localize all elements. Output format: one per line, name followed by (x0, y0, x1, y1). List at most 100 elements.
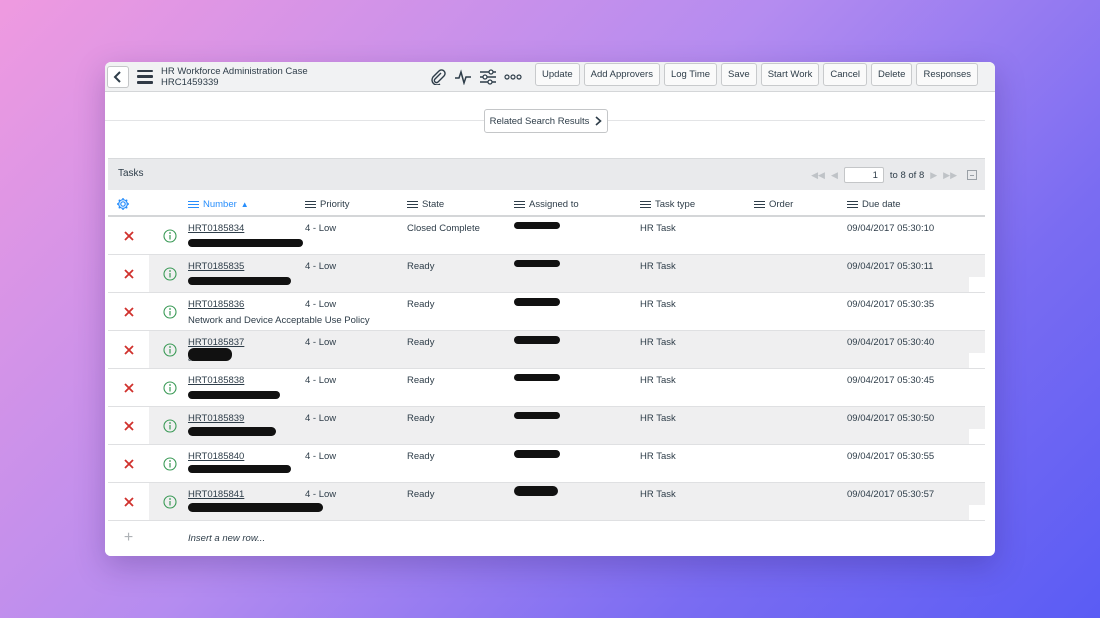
info-icon[interactable] (152, 331, 188, 368)
delete-row-icon[interactable] (108, 407, 149, 444)
last-page-icon[interactable]: ▶▶ (943, 170, 957, 181)
log-time-button[interactable]: Log Time (663, 63, 718, 86)
task-state: Ready (407, 337, 435, 348)
info-icon[interactable] (152, 407, 188, 444)
gear-icon[interactable] (116, 197, 130, 211)
column-menu-icon[interactable] (188, 200, 199, 209)
table-row[interactable]: HRT0185840 4 - Low Ready HR Task 09/04/2… (108, 445, 985, 483)
task-state: Ready (407, 299, 435, 310)
redaction-mark (188, 391, 280, 399)
delete-row-icon[interactable] (108, 369, 149, 406)
update-button[interactable]: Update (535, 63, 580, 86)
column-assigned-to[interactable]: Assigned to (514, 199, 579, 210)
next-page-icon[interactable]: ▶ (930, 170, 937, 181)
task-type: HR Task (640, 337, 676, 348)
activity-icon[interactable] (452, 66, 474, 88)
column-number[interactable]: Number ▲ (188, 199, 249, 210)
table-row[interactable]: HRT0185834 4 - Low Closed Complete HR Ta… (108, 217, 985, 255)
info-icon[interactable] (152, 293, 188, 330)
table-row[interactable]: HRT0185841 4 - Low Ready HR Task 09/04/2… (108, 483, 985, 521)
info-icon[interactable] (152, 255, 188, 292)
task-number-link[interactable]: HRT0185835 (188, 261, 244, 272)
record-window: HR Workforce Administration Case HRC1459… (105, 62, 995, 556)
back-button[interactable] (107, 65, 129, 88)
plus-icon[interactable]: + (108, 521, 149, 555)
task-priority: 4 - Low (305, 337, 337, 348)
more-icon[interactable] (502, 66, 524, 88)
task-number-link[interactable]: HRT0185839 (188, 413, 244, 424)
column-assigned-to-label: Assigned to (529, 199, 579, 210)
table-row[interactable]: HRT0185836 Network and Device Acceptable… (108, 293, 985, 331)
column-order-label: Order (769, 199, 794, 210)
info-icon[interactable] (152, 483, 188, 520)
chevron-right-icon (595, 116, 603, 126)
table-row[interactable]: HRT0185835 4 - Low Ready HR Task 09/04/2… (108, 255, 985, 293)
column-menu-icon[interactable] (305, 200, 316, 209)
column-priority-label: Priority (320, 199, 350, 210)
table-row[interactable]: HRT0185837 ata Acc 4 - Low Ready HR Task… (108, 331, 985, 369)
redaction-mark (188, 465, 291, 473)
table-row[interactable]: HRT0185838 4 - Low Ready HR Task 09/04/2… (108, 369, 985, 407)
sliders-icon[interactable] (477, 66, 499, 88)
task-number-link[interactable]: HRT0185836 (188, 299, 244, 310)
delete-row-icon[interactable] (108, 331, 149, 368)
task-number-link[interactable]: HRT0185840 (188, 451, 244, 462)
column-menu-icon[interactable] (754, 200, 765, 209)
task-due-date: 09/04/2017 05:30:57 (847, 489, 935, 500)
delete-row-icon[interactable] (108, 255, 149, 292)
table-row[interactable]: HRT0185839 4 - Low Ready HR Task 09/04/2… (108, 407, 985, 445)
column-state-label: State (422, 199, 445, 210)
menu-icon[interactable] (137, 69, 153, 84)
paperclip-icon[interactable] (427, 66, 449, 88)
save-button[interactable]: Save (721, 63, 757, 86)
delete-row-icon[interactable] (108, 293, 149, 330)
column-menu-icon[interactable] (847, 200, 858, 209)
first-page-icon[interactable]: ◀◀ (811, 170, 825, 181)
responses-button[interactable]: Responses (916, 63, 978, 86)
insert-row[interactable]: + Insert a new row... (108, 521, 985, 555)
start-work-button[interactable]: Start Work (760, 63, 820, 86)
column-menu-icon[interactable] (407, 200, 418, 209)
delete-row-icon[interactable] (108, 483, 149, 520)
delete-row-icon[interactable] (108, 217, 149, 254)
add-approvers-button[interactable]: Add Approvers (583, 63, 660, 86)
task-type: HR Task (640, 223, 676, 234)
column-due-date[interactable]: Due date (847, 199, 901, 210)
column-order[interactable]: Order (754, 199, 793, 210)
task-number-link[interactable]: HRT0185838 (188, 375, 244, 386)
column-menu-icon[interactable] (640, 200, 651, 209)
task-priority: 4 - Low (305, 413, 337, 424)
collapse-icon[interactable] (967, 170, 977, 180)
delete-row-icon[interactable] (108, 445, 149, 482)
column-state[interactable]: State (407, 199, 444, 210)
task-description: Network and Device Acceptable Use Policy (188, 315, 370, 326)
related-search-section: Related Search Results (105, 92, 995, 154)
task-due-date: 09/04/2017 05:30:35 (847, 299, 935, 310)
sort-ascending-icon: ▲ (240, 200, 249, 209)
task-type: HR Task (640, 299, 676, 310)
task-priority: 4 - Low (305, 489, 337, 500)
chevron-left-icon (113, 70, 121, 83)
task-due-date: 09/04/2017 05:30:45 (847, 375, 935, 386)
info-icon[interactable] (152, 445, 188, 482)
info-icon[interactable] (152, 217, 188, 254)
column-priority[interactable]: Priority (305, 199, 350, 210)
prev-page-icon[interactable]: ◀ (831, 170, 838, 181)
task-type: HR Task (640, 413, 676, 424)
row-edge (969, 277, 985, 292)
task-number-link[interactable]: HRT0185841 (188, 489, 244, 500)
task-due-date: 09/04/2017 05:30:11 (847, 261, 934, 272)
page-number-input[interactable] (843, 167, 884, 183)
delete-button[interactable]: Delete (870, 63, 913, 86)
table-header: Number ▲ Priority State Assigned to Task… (108, 192, 985, 217)
info-icon[interactable] (152, 369, 188, 406)
related-search-results-button[interactable]: Related Search Results (484, 109, 608, 133)
task-priority: 4 - Low (305, 451, 337, 462)
redaction-mark (514, 374, 560, 381)
task-number-link[interactable]: HRT0185837 (188, 337, 244, 348)
task-number-link[interactable]: HRT0185834 (188, 223, 244, 234)
redaction-mark (514, 260, 560, 267)
column-menu-icon[interactable] (514, 200, 525, 209)
cancel-button[interactable]: Cancel (823, 63, 867, 86)
column-task-type[interactable]: Task type (640, 199, 695, 210)
